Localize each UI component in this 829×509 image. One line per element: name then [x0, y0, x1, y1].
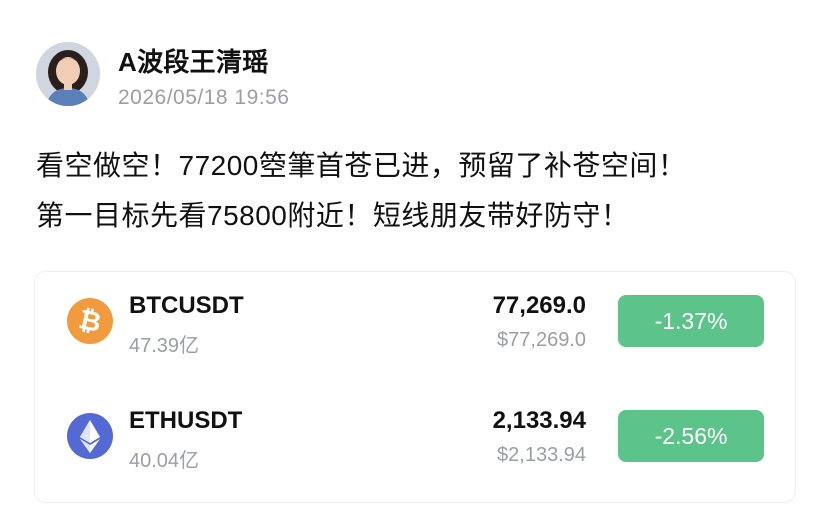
post-timestamp: 2026/05/18 19:56 — [118, 86, 290, 109]
ticker-price: 77,269.0 — [492, 292, 586, 319]
post-header: A波段王清瑶 2026/05/18 19:56 — [0, 0, 829, 130]
post-body: 看空做空！77200箜筆首苍已进，预留了补苍空间！ 第一目标先看75800附近！… — [36, 141, 806, 241]
bitcoin-icon: ₿ — [66, 297, 114, 345]
ticker-card: ₿ BTCUSDT 47.39亿 77,269.0 $77,269.0 -1.3… — [34, 271, 796, 503]
change-badge[interactable]: -1.37% — [618, 295, 764, 347]
ticker-price-usd: $2,133.94 — [497, 444, 586, 466]
post-line: 第一目标先看75800附近！短线朋友带好防守！ — [36, 200, 630, 231]
avatar[interactable] — [36, 42, 100, 106]
ethereum-icon — [66, 412, 114, 460]
ticker-volume: 40.04亿 — [129, 450, 200, 472]
ticker-price: 2,133.94 — [492, 407, 586, 434]
ticker-row-eth[interactable]: ETHUSDT 40.04亿 2,133.94 $2,133.94 -2.56% — [35, 387, 795, 487]
change-badge[interactable]: -2.56% — [618, 410, 764, 462]
avatar-image — [36, 42, 100, 106]
ticker-symbol: BTCUSDT — [129, 292, 244, 319]
post-line: 看空做空！77200箜筆首苍已进，预留了补苍空间！ — [36, 150, 687, 181]
ticker-price-usd: $77,269.0 — [497, 329, 586, 351]
ticker-volume: 47.39亿 — [129, 335, 200, 357]
ticker-row-btc[interactable]: ₿ BTCUSDT 47.39亿 77,269.0 $77,269.0 -1.3… — [35, 272, 795, 372]
author-name[interactable]: A波段王清瑶 — [118, 42, 269, 79]
ticker-symbol: ETHUSDT — [129, 407, 243, 434]
